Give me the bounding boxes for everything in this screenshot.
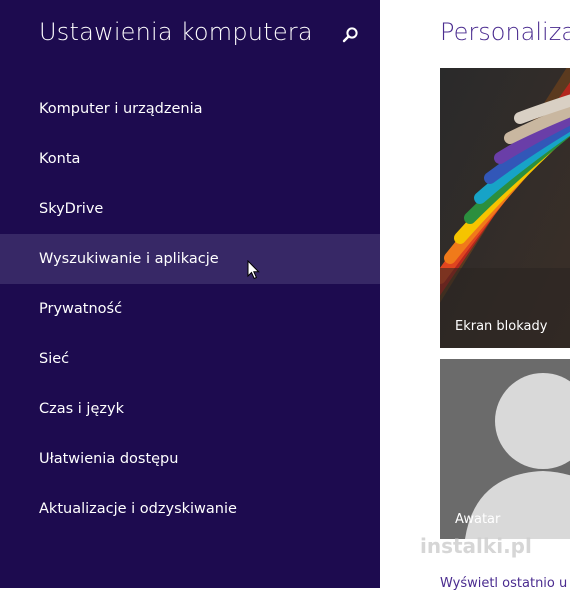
- mouse-cursor-icon: [247, 260, 260, 280]
- settings-sidebar: Ustawienia komputera Komputer i urządzen…: [0, 0, 380, 588]
- lock-screen-label: Ekran blokady: [455, 319, 548, 334]
- sidebar-item-czas-i-jezyk[interactable]: Czas i język: [0, 384, 380, 434]
- sidebar-item-wyszukiwanie-i-aplikacje[interactable]: Wyszukiwanie i aplikacje: [0, 234, 380, 284]
- lock-screen-image: [440, 68, 570, 348]
- sidebar-nav: Komputer i urządzenia Konta SkyDrive Wys…: [0, 84, 380, 534]
- search-button[interactable]: [336, 22, 364, 50]
- sidebar-item-aktualizacje-i-odzyskiwanie[interactable]: Aktualizacje i odzyskiwanie: [0, 484, 380, 534]
- avatar-tile[interactable]: Awatar: [440, 359, 570, 539]
- sidebar-item-prywatnosc[interactable]: Prywatność: [0, 284, 380, 334]
- sidebar-title: Ustawienia komputera: [39, 18, 313, 46]
- sidebar-item-konta[interactable]: Konta: [0, 134, 380, 184]
- sidebar-item-skydrive[interactable]: SkyDrive: [0, 184, 380, 234]
- sidebar-item-komputer-i-urzadzenia[interactable]: Komputer i urządzenia: [0, 84, 380, 134]
- lock-screen-tile[interactable]: Ekran blokady: [440, 68, 570, 348]
- search-icon: [342, 27, 358, 43]
- page-title: Personalizac: [440, 18, 570, 46]
- recent-activity-link[interactable]: Wyświetl ostatnio u: [440, 576, 567, 591]
- sidebar-item-siec[interactable]: Sieć: [0, 334, 380, 384]
- sidebar-item-ulatwienia-dostepu[interactable]: Ułatwienia dostępu: [0, 434, 380, 484]
- main-panel: Personalizac: [380, 0, 570, 591]
- avatar-label: Awatar: [455, 512, 501, 527]
- watermark-logo: instalki.pl: [420, 534, 532, 558]
